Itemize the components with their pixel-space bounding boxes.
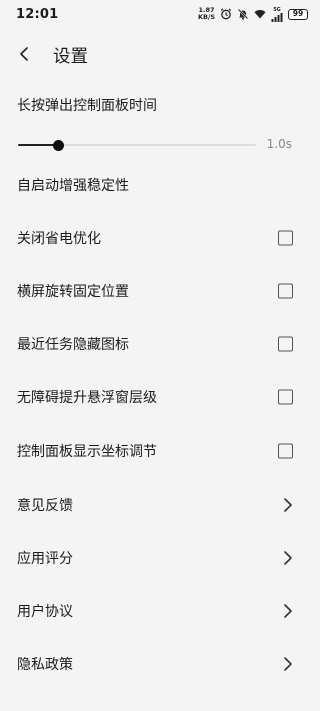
disable-power-optimization-checkbox[interactable]	[278, 230, 293, 246]
back-arrow-icon	[20, 47, 28, 61]
toggle-label: 横屏旋转固定位置	[17, 284, 129, 300]
chevron-right-icon	[284, 498, 292, 512]
landscape-fixed-position-item[interactable]: 横屏旋转固定位置	[0, 269, 320, 313]
landscape-fixed-position-checkbox[interactable]	[278, 283, 293, 299]
alarm-icon	[220, 8, 232, 20]
back-button[interactable]	[12, 42, 36, 66]
app-header: 设置	[0, 36, 320, 72]
auto-start-stability-label: 自启动增强稳定性	[17, 178, 129, 194]
status-time: 12:01	[16, 6, 59, 22]
show-coordinate-adjust-checkbox[interactable]	[278, 443, 293, 459]
link-label: 用户协议	[17, 604, 73, 620]
signal-icon	[271, 12, 283, 22]
chevron-right-icon	[284, 551, 292, 565]
chevron-right-icon	[284, 604, 292, 618]
toggle-label: 关闭省电优化	[17, 231, 101, 247]
slider-thumb[interactable]	[52, 139, 64, 151]
link-label: 隐私政策	[17, 657, 73, 673]
accessibility-overlay-level-checkbox[interactable]	[278, 389, 293, 405]
rate-app-item[interactable]: 应用评分	[0, 536, 320, 580]
cellular-signal: 5G	[271, 7, 283, 22]
battery-icon: 99	[288, 8, 308, 20]
long-press-duration-label: 长按弹出控制面板时间	[17, 98, 157, 114]
status-icons: 1.87 KB/S 5G 99	[198, 7, 308, 22]
long-press-duration-value: 1.0s	[266, 137, 292, 151]
show-coordinate-adjust-item[interactable]: 控制面板显示坐标调节	[0, 429, 320, 473]
page-title: 设置	[53, 47, 88, 67]
link-label: 意见反馈	[17, 498, 73, 514]
privacy-policy-item[interactable]: 隐私政策	[0, 642, 320, 686]
wifi-icon	[254, 10, 266, 19]
toggle-label: 最近任务隐藏图标	[17, 337, 129, 353]
link-label: 应用评分	[17, 551, 73, 567]
mute-icon	[237, 8, 249, 20]
battery-level: 99	[292, 8, 304, 18]
user-agreement-item[interactable]: 用户协议	[0, 589, 320, 633]
auto-start-stability-item[interactable]: 自启动增强稳定性	[0, 163, 320, 207]
feedback-item[interactable]: 意见反馈	[0, 483, 320, 527]
hide-recent-tasks-icon-checkbox[interactable]	[278, 336, 293, 352]
disable-power-optimization-item[interactable]: 关闭省电优化	[0, 216, 320, 260]
accessibility-overlay-level-item[interactable]: 无障碍提升悬浮窗层级	[0, 375, 320, 419]
toggle-label: 控制面板显示坐标调节	[17, 444, 157, 460]
chevron-right-icon	[284, 657, 292, 671]
status-bar: 12:01 1.87 KB/S 5G 99	[0, 0, 320, 28]
long-press-duration-slider[interactable]	[18, 138, 256, 152]
toggle-label: 无障碍提升悬浮窗层级	[17, 390, 157, 406]
hide-recent-tasks-icon-item[interactable]: 最近任务隐藏图标	[0, 322, 320, 366]
network-speed-unit: KB/S	[197, 13, 215, 21]
network-speed: 1.87 KB/S	[198, 7, 215, 21]
